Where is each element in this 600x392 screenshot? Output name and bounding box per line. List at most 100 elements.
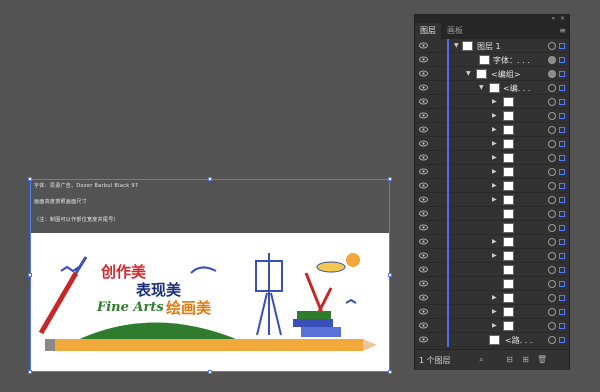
sublayer-row[interactable]: ▶ xyxy=(415,249,569,263)
expand-triangle-icon[interactable]: ▶ xyxy=(492,112,497,119)
eye-icon[interactable] xyxy=(419,293,428,302)
delete-icon[interactable]: 🗑 xyxy=(537,355,547,364)
target-icon[interactable] xyxy=(548,70,556,78)
eye-icon[interactable] xyxy=(419,265,428,274)
expand-triangle-icon[interactable]: ▶ xyxy=(492,154,497,161)
selection-bounding-box[interactable] xyxy=(28,177,392,374)
expand-triangle-icon[interactable]: ▶ xyxy=(492,182,497,189)
selection-indicator[interactable] xyxy=(559,57,565,63)
layer-row-subgroup[interactable]: ▼ <编. . . xyxy=(415,81,569,95)
sublayer-row[interactable] xyxy=(415,263,569,277)
selection-indicator[interactable] xyxy=(559,337,565,343)
handle-top-left[interactable] xyxy=(28,177,32,181)
target-icon[interactable] xyxy=(548,154,556,162)
handle-bottom-left[interactable] xyxy=(28,370,32,374)
sublayer-row[interactable] xyxy=(415,207,569,221)
sublayer-row[interactable]: ▶ xyxy=(415,165,569,179)
eye-icon[interactable] xyxy=(419,153,428,162)
target-icon[interactable] xyxy=(548,224,556,232)
target-icon[interactable] xyxy=(548,210,556,218)
layer-name[interactable]: 图层 1 xyxy=(477,41,501,52)
expand-triangle-icon[interactable]: ▶ xyxy=(492,308,497,315)
target-icon[interactable] xyxy=(548,112,556,120)
target-icon[interactable] xyxy=(548,56,556,64)
selection-indicator[interactable] xyxy=(559,127,565,133)
eye-icon[interactable] xyxy=(419,167,428,176)
target-icon[interactable] xyxy=(548,336,556,344)
eye-icon[interactable] xyxy=(419,69,428,78)
selection-indicator[interactable] xyxy=(559,211,565,217)
selection-indicator[interactable] xyxy=(559,85,565,91)
expand-triangle-icon[interactable]: ▶ xyxy=(492,140,497,147)
panel-menu-icon[interactable]: ≡ xyxy=(559,26,566,35)
eye-icon[interactable] xyxy=(419,41,428,50)
expand-triangle-icon[interactable]: ▶ xyxy=(492,98,497,105)
target-icon[interactable] xyxy=(548,168,556,176)
eye-icon[interactable] xyxy=(419,209,428,218)
layer-name[interactable]: 字体：. . . xyxy=(493,55,530,66)
expand-triangle-icon[interactable]: ▶ xyxy=(492,196,497,203)
search-icon[interactable]: ⌕ xyxy=(477,355,486,364)
sublayer-row[interactable]: ▶ xyxy=(415,305,569,319)
selection-indicator[interactable] xyxy=(559,225,565,231)
target-icon[interactable] xyxy=(548,182,556,190)
selection-indicator[interactable] xyxy=(559,197,565,203)
eye-icon[interactable] xyxy=(419,181,428,190)
sublayer-row[interactable]: ▶ xyxy=(415,179,569,193)
layer-name[interactable]: <编. . . xyxy=(503,83,530,94)
eye-icon[interactable] xyxy=(419,321,428,330)
layer-row-path[interactable]: <路. . . xyxy=(415,333,569,347)
target-icon[interactable] xyxy=(548,280,556,288)
target-icon[interactable] xyxy=(548,294,556,302)
eye-icon[interactable] xyxy=(419,111,428,120)
eye-icon[interactable] xyxy=(419,279,428,288)
sublayer-row[interactable]: ▶ xyxy=(415,95,569,109)
target-icon[interactable] xyxy=(548,126,556,134)
target-icon[interactable] xyxy=(548,140,556,148)
sublayer-row[interactable]: ▶ xyxy=(415,235,569,249)
handle-middle-left[interactable] xyxy=(28,273,32,277)
eye-icon[interactable] xyxy=(419,251,428,260)
selection-indicator[interactable] xyxy=(559,113,565,119)
target-icon[interactable] xyxy=(548,196,556,204)
panel-title-bar[interactable]: « × xyxy=(415,15,569,23)
selection-indicator[interactable] xyxy=(559,309,565,315)
sublayer-icon[interactable]: ⊟ xyxy=(505,355,514,364)
expand-triangle-icon[interactable]: ▶ xyxy=(492,168,497,175)
handle-top-right[interactable] xyxy=(388,177,392,181)
tab-layers[interactable]: 图层 xyxy=(415,23,441,39)
eye-icon[interactable] xyxy=(419,223,428,232)
sublayer-row[interactable]: ▶ xyxy=(415,193,569,207)
target-icon[interactable] xyxy=(548,238,556,246)
sublayer-row[interactable]: ▶ xyxy=(415,123,569,137)
close-icon[interactable]: × xyxy=(560,15,565,22)
layer-row-group[interactable]: ▼ <编组> xyxy=(415,67,569,81)
target-icon[interactable] xyxy=(548,98,556,106)
expand-triangle-icon[interactable]: ▼ xyxy=(454,42,459,49)
handle-top-center[interactable] xyxy=(208,177,212,181)
selection-indicator[interactable] xyxy=(559,295,565,301)
selection-indicator[interactable] xyxy=(559,155,565,161)
eye-icon[interactable] xyxy=(419,237,428,246)
selection-indicator[interactable] xyxy=(559,267,565,273)
selection-indicator[interactable] xyxy=(559,183,565,189)
selection-indicator[interactable] xyxy=(559,141,565,147)
selection-indicator[interactable] xyxy=(559,323,565,329)
target-icon[interactable] xyxy=(548,252,556,260)
expand-triangle-icon[interactable]: ▶ xyxy=(492,322,497,329)
eye-icon[interactable] xyxy=(419,307,428,316)
target-icon[interactable] xyxy=(548,266,556,274)
target-icon[interactable] xyxy=(548,84,556,92)
sublayer-row[interactable] xyxy=(415,277,569,291)
eye-icon[interactable] xyxy=(419,195,428,204)
collapse-icon[interactable]: « xyxy=(551,15,555,22)
eye-icon[interactable] xyxy=(419,55,428,64)
handle-bottom-center[interactable] xyxy=(208,370,212,374)
eye-icon[interactable] xyxy=(419,335,428,344)
layer-row-text[interactable]: 字体：. . . xyxy=(415,53,569,67)
selection-indicator[interactable] xyxy=(559,99,565,105)
sublayer-row[interactable]: ▶ xyxy=(415,291,569,305)
layer-name[interactable]: <编组> xyxy=(491,69,520,80)
target-icon[interactable] xyxy=(548,42,556,50)
new-layer-icon[interactable]: ⊞ xyxy=(521,355,530,364)
